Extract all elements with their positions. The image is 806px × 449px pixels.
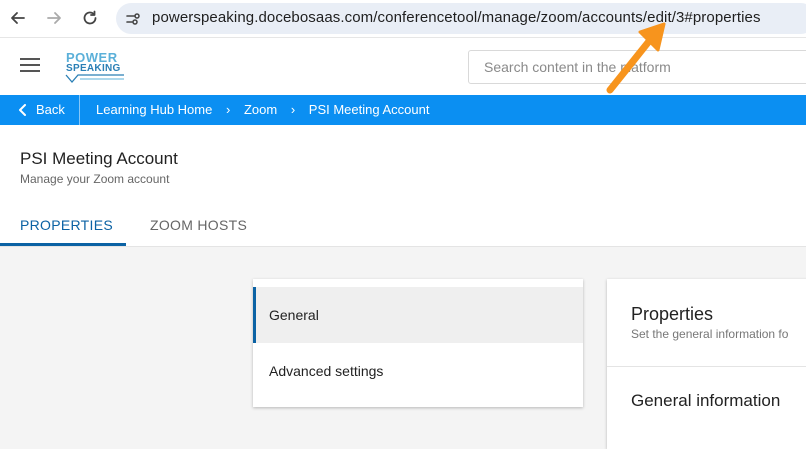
- tab-properties[interactable]: PROPERTIES: [20, 217, 113, 233]
- section-title: General information: [631, 391, 781, 410]
- site-settings-icon[interactable]: [124, 10, 142, 28]
- page-header: PSI Meeting Account Manage your Zoom acc…: [0, 125, 806, 247]
- settings-menu: General Advanced settings: [253, 279, 583, 407]
- page-subtitle: Manage your Zoom account: [20, 172, 170, 186]
- browser-toolbar: powerspeaking.docebosaas.com/conferencet…: [0, 0, 806, 38]
- company-logo[interactable]: POWER SPEAKING: [64, 50, 128, 86]
- breadcrumb-bar: Back Learning Hub Home › Zoom › PSI Meet…: [0, 95, 806, 125]
- breadcrumb-item-home[interactable]: Learning Hub Home: [96, 102, 212, 117]
- forward-arrow-icon[interactable]: [44, 8, 64, 28]
- back-button[interactable]: Back: [18, 95, 65, 125]
- chevron-right-icon: ›: [290, 102, 296, 117]
- divider: [0, 246, 806, 247]
- menu-item-general[interactable]: General: [253, 287, 583, 343]
- divider: [607, 366, 806, 367]
- reload-icon[interactable]: [80, 8, 100, 28]
- breadcrumb-item-current: PSI Meeting Account: [308, 102, 430, 117]
- breadcrumb-item-zoom[interactable]: Zoom: [244, 102, 277, 117]
- annotation-arrow-icon: [606, 22, 666, 94]
- menu-item-label: Advanced settings: [269, 363, 384, 379]
- menu-icon[interactable]: [20, 58, 40, 74]
- breadcrumb: Learning Hub Home › Zoom › PSI Meeting A…: [96, 95, 429, 125]
- card-title: Properties: [631, 304, 714, 324]
- menu-item-label: General: [269, 307, 319, 323]
- card-subtitle: Set the general information fo: [631, 327, 789, 341]
- address-bar[interactable]: powerspeaking.docebosaas.com/conferencet…: [116, 3, 806, 34]
- menu-item-advanced-settings[interactable]: Advanced settings: [253, 343, 583, 399]
- app-header: POWER SPEAKING: [0, 38, 806, 95]
- back-arrow-icon[interactable]: [8, 8, 28, 28]
- page-title: PSI Meeting Account: [20, 149, 178, 168]
- breadcrumb-divider: [79, 95, 80, 125]
- back-label: Back: [36, 102, 65, 117]
- chevron-right-icon: ›: [225, 102, 231, 117]
- tab-zoom-hosts[interactable]: ZOOM HOSTS: [150, 217, 247, 233]
- chevron-left-icon: [19, 104, 26, 116]
- properties-card: Properties Set the general information f…: [607, 279, 806, 449]
